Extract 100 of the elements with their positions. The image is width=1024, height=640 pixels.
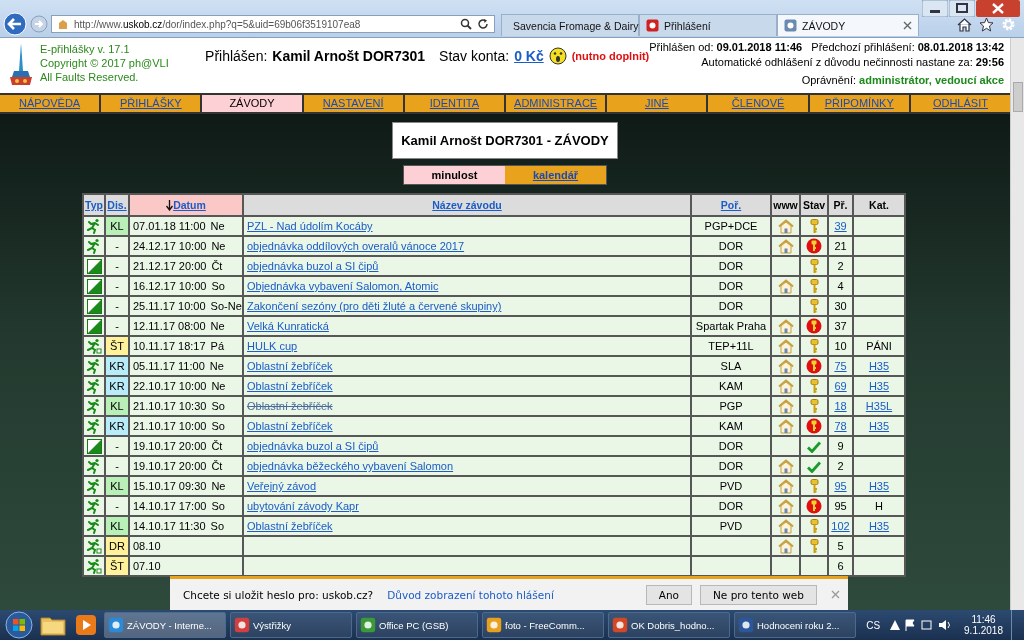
scrollbar[interactable] [1010,38,1024,610]
minimize-icon[interactable] [922,0,948,17]
home-icon[interactable] [957,16,972,32]
refresh-icon[interactable] [477,18,489,30]
logout-info: Automatické odhlášení z důvodu nečinnosti nastane za: 29:56 [701,56,1004,68]
nav-tab[interactable]: PŘIPOMÍNKY [809,95,909,112]
event-link[interactable]: Oblastní žebříček [247,360,333,372]
entries-count: 30 [834,300,847,312]
column-sort-link[interactable]: Dis. [107,199,127,211]
column-label: Stav [802,199,826,211]
entries-count: 2 [837,260,844,272]
event-link[interactable]: objednávka buzol a SI čipů [247,440,379,452]
prompt-button[interactable]: Ano [645,584,692,605]
taskbar-button[interactable]: OK Dobris_hodno... [608,612,730,638]
prompt-button[interactable]: Ne pro tento web [700,584,817,605]
nav-tab[interactable]: PŘIHLÁŠKY [101,95,201,112]
discipline-cell: KL [106,477,128,495]
nav-tab[interactable]: ČLENOVÉ [708,95,808,112]
day-text: So [210,520,225,532]
taskbar-button[interactable]: foto - FreeComm... [482,612,604,638]
taskbar-button[interactable]: Office PC (GSB) [356,612,478,638]
event-link[interactable]: HULK cup [247,340,298,352]
address-field[interactable]: http://www.uskob.cz/dor/index.php?q=5&uid=69b06f3519107ea8 [51,15,495,33]
back-icon[interactable] [3,12,27,36]
clock-date[interactable]: 9.1.2018 [964,625,1003,636]
house-icon[interactable] [777,398,794,414]
event-link[interactable]: Oblastní žebříček [247,400,333,412]
close-icon[interactable] [831,590,840,599]
column-label: Kat. [869,199,889,211]
column-sort-link[interactable]: Typ [85,199,103,211]
taskbar-button[interactable]: Výstřižky [230,612,352,638]
event-link[interactable]: Veřejný závod [247,480,317,492]
nav-tab[interactable]: JINÉ [607,95,707,112]
close-icon[interactable] [976,0,1020,17]
prompt-reason-link[interactable]: Důvod zobrazení tohoto hlášení [387,588,554,601]
forward-icon[interactable] [30,15,48,33]
organizer-text: DOR [718,280,744,292]
house-icon[interactable] [777,318,794,334]
house-icon[interactable] [777,518,794,534]
house-icon[interactable] [777,358,794,374]
nav-tab[interactable]: NÁPOVĚDA [0,95,100,112]
folder-icon[interactable] [40,614,66,636]
nav-tab[interactable]: ZÁVODY [202,95,302,112]
event-link[interactable]: objednávka buzol a SI čipů [247,260,379,272]
app-icon [738,617,754,633]
nav-tab[interactable]: ODHLÁSIT [910,95,1010,112]
close-tab-icon[interactable] [903,21,912,30]
house-icon[interactable] [777,538,794,554]
clock-time[interactable]: 11:46 [971,614,996,625]
column-sort-link[interactable]: Datum [173,198,206,211]
browser-tab[interactable]: ZÁVODY [777,14,919,36]
house-icon[interactable] [777,338,794,354]
view-tab[interactable]: kalendář [505,166,606,184]
event-link[interactable]: PZL - Nad údolím Kocáby [247,220,373,232]
media-player-icon[interactable] [74,614,98,636]
app-info-text: Copyright © 2017 ph@VLI [40,57,169,69]
entries-count: 37 [834,320,847,332]
nav-tab[interactable]: ADMINISTRACE [506,95,606,112]
start-button-icon[interactable] [4,610,34,640]
house-icon[interactable] [777,478,794,494]
nav-tab[interactable]: IDENTITA [404,95,504,112]
house-icon[interactable] [777,458,794,474]
nav-tab[interactable]: NASTAVENÍ [303,95,403,112]
discipline-cell: DR [106,537,128,555]
star-icon[interactable] [979,16,994,32]
date-text: 21.12.17 20:00 [133,260,207,272]
event-link[interactable]: Velká Kunratická [247,320,329,332]
category-text: PÁNI [866,340,892,352]
day-text: Ne [209,360,224,372]
house-icon[interactable] [777,218,794,234]
event-link[interactable]: Oblastní žebříček [247,520,333,532]
taskbar-button[interactable]: ZÁVODY - Interne... [104,612,226,638]
scrollbar-thumb[interactable] [1013,82,1023,112]
event-link[interactable]: Oblastní žebříček [247,420,333,432]
user-label: Přihlášen: [205,48,268,64]
day-text: Pá [210,340,225,352]
event-link[interactable]: ubytování závody Kapr [247,500,359,512]
house-icon[interactable] [777,238,794,254]
day-text: So-Ne [210,300,242,312]
taskbar-button[interactable]: Hodnoceni roku 2... [734,612,856,638]
organizer-text: KAM [719,380,743,392]
app-icon [486,617,502,633]
house-icon[interactable] [777,378,794,394]
search-icon[interactable] [460,18,472,30]
event-link[interactable]: Oblastní žebříček [247,380,333,392]
settings-icon[interactable] [1001,16,1016,32]
day-text: Čt [211,460,223,472]
house-icon[interactable] [777,498,794,514]
maximize-icon[interactable] [949,0,975,17]
house-icon[interactable] [777,278,794,294]
column-sort-link[interactable]: Poř. [720,199,742,211]
column-sort-link[interactable]: Název závodu [432,199,502,211]
balance-link[interactable]: 0 Kč [514,48,544,64]
view-tab[interactable]: minulost [404,166,505,184]
day-text: So [211,280,225,292]
browser-tab[interactable]: Savencia Fromage & Dairy [501,14,639,36]
browser-tab[interactable]: Přihlášení [639,14,777,36]
language-indicator[interactable]: CS [866,619,881,631]
user-name: Kamil Arnošt DOR7301 [272,48,426,64]
house-icon[interactable] [777,418,794,434]
